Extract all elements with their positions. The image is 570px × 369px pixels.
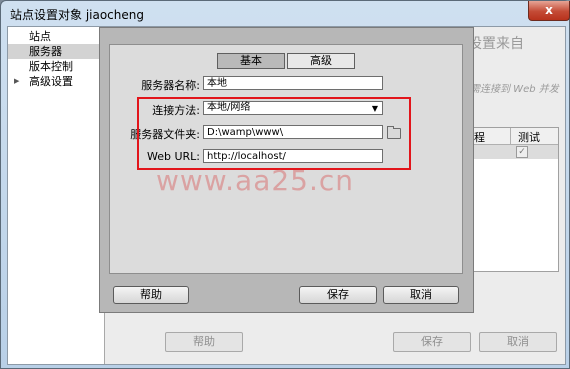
sidebar-item-advanced[interactable]: ▶ 高级设置 (8, 74, 104, 89)
background-hint: 需连接到 Web 并发 (470, 84, 559, 95)
background-help-button[interactable]: 帮助 (165, 332, 243, 352)
background-heading: 设置来自 (468, 36, 524, 52)
window-title: 站点设置对象 jiaocheng (10, 8, 144, 22)
sidebar-item-servers[interactable]: 服务器 (8, 44, 104, 59)
cancel-button[interactable]: 取消 (383, 286, 459, 304)
table-header-cell: 测试 (518, 131, 540, 144)
sidebar-item-label: 版本控制 (29, 60, 73, 73)
annotation-highlight-box (137, 97, 411, 170)
watermark-text: www.aa25.cn (156, 164, 355, 197)
category-list: 站点 服务器 版本控制 ▶ 高级设置 (8, 27, 105, 364)
sidebar-item-version-control[interactable]: 版本控制 (8, 59, 104, 74)
background-cancel-button[interactable]: 取消 (479, 332, 557, 352)
sidebar-item-label: 站点 (29, 30, 51, 43)
server-table: 程 测试 ✓ (465, 127, 559, 272)
save-button[interactable]: 保存 (299, 286, 377, 304)
expand-arrow-icon[interactable]: ▶ (14, 74, 19, 89)
close-button[interactable]: x (528, 1, 570, 21)
column-divider (510, 128, 511, 144)
close-icon: x (545, 3, 553, 17)
sidebar-item-label: 服务器 (29, 45, 62, 58)
sidebar-item-site[interactable]: 站点 (8, 29, 104, 44)
site-setup-window: 站点设置对象 jiaocheng x 站点 服务器 版本控制 ▶ 高级设置 设置… (0, 0, 570, 369)
server-name-input[interactable]: 本地 (203, 76, 383, 90)
basic-settings-panel: 基本 高级 服务器名称: 本地 连接方法: 本地/网络 ▼ 服务器文件夹: D:… (109, 44, 463, 274)
table-row[interactable]: ✓ (466, 145, 558, 159)
background-save-button[interactable]: 保存 (393, 332, 471, 352)
sidebar-item-label: 高级设置 (29, 75, 73, 88)
title-bar: 站点设置对象 jiaocheng x (1, 1, 570, 27)
tab-basic[interactable]: 基本 (217, 53, 285, 69)
testing-checkbox[interactable]: ✓ (516, 146, 528, 158)
server-name-label: 服务器名称: (141, 79, 200, 92)
table-header-cell: 程 (474, 131, 485, 144)
help-button[interactable]: 帮助 (113, 286, 189, 304)
tab-advanced[interactable]: 高级 (287, 53, 355, 69)
table-header: 程 测试 (466, 128, 558, 145)
